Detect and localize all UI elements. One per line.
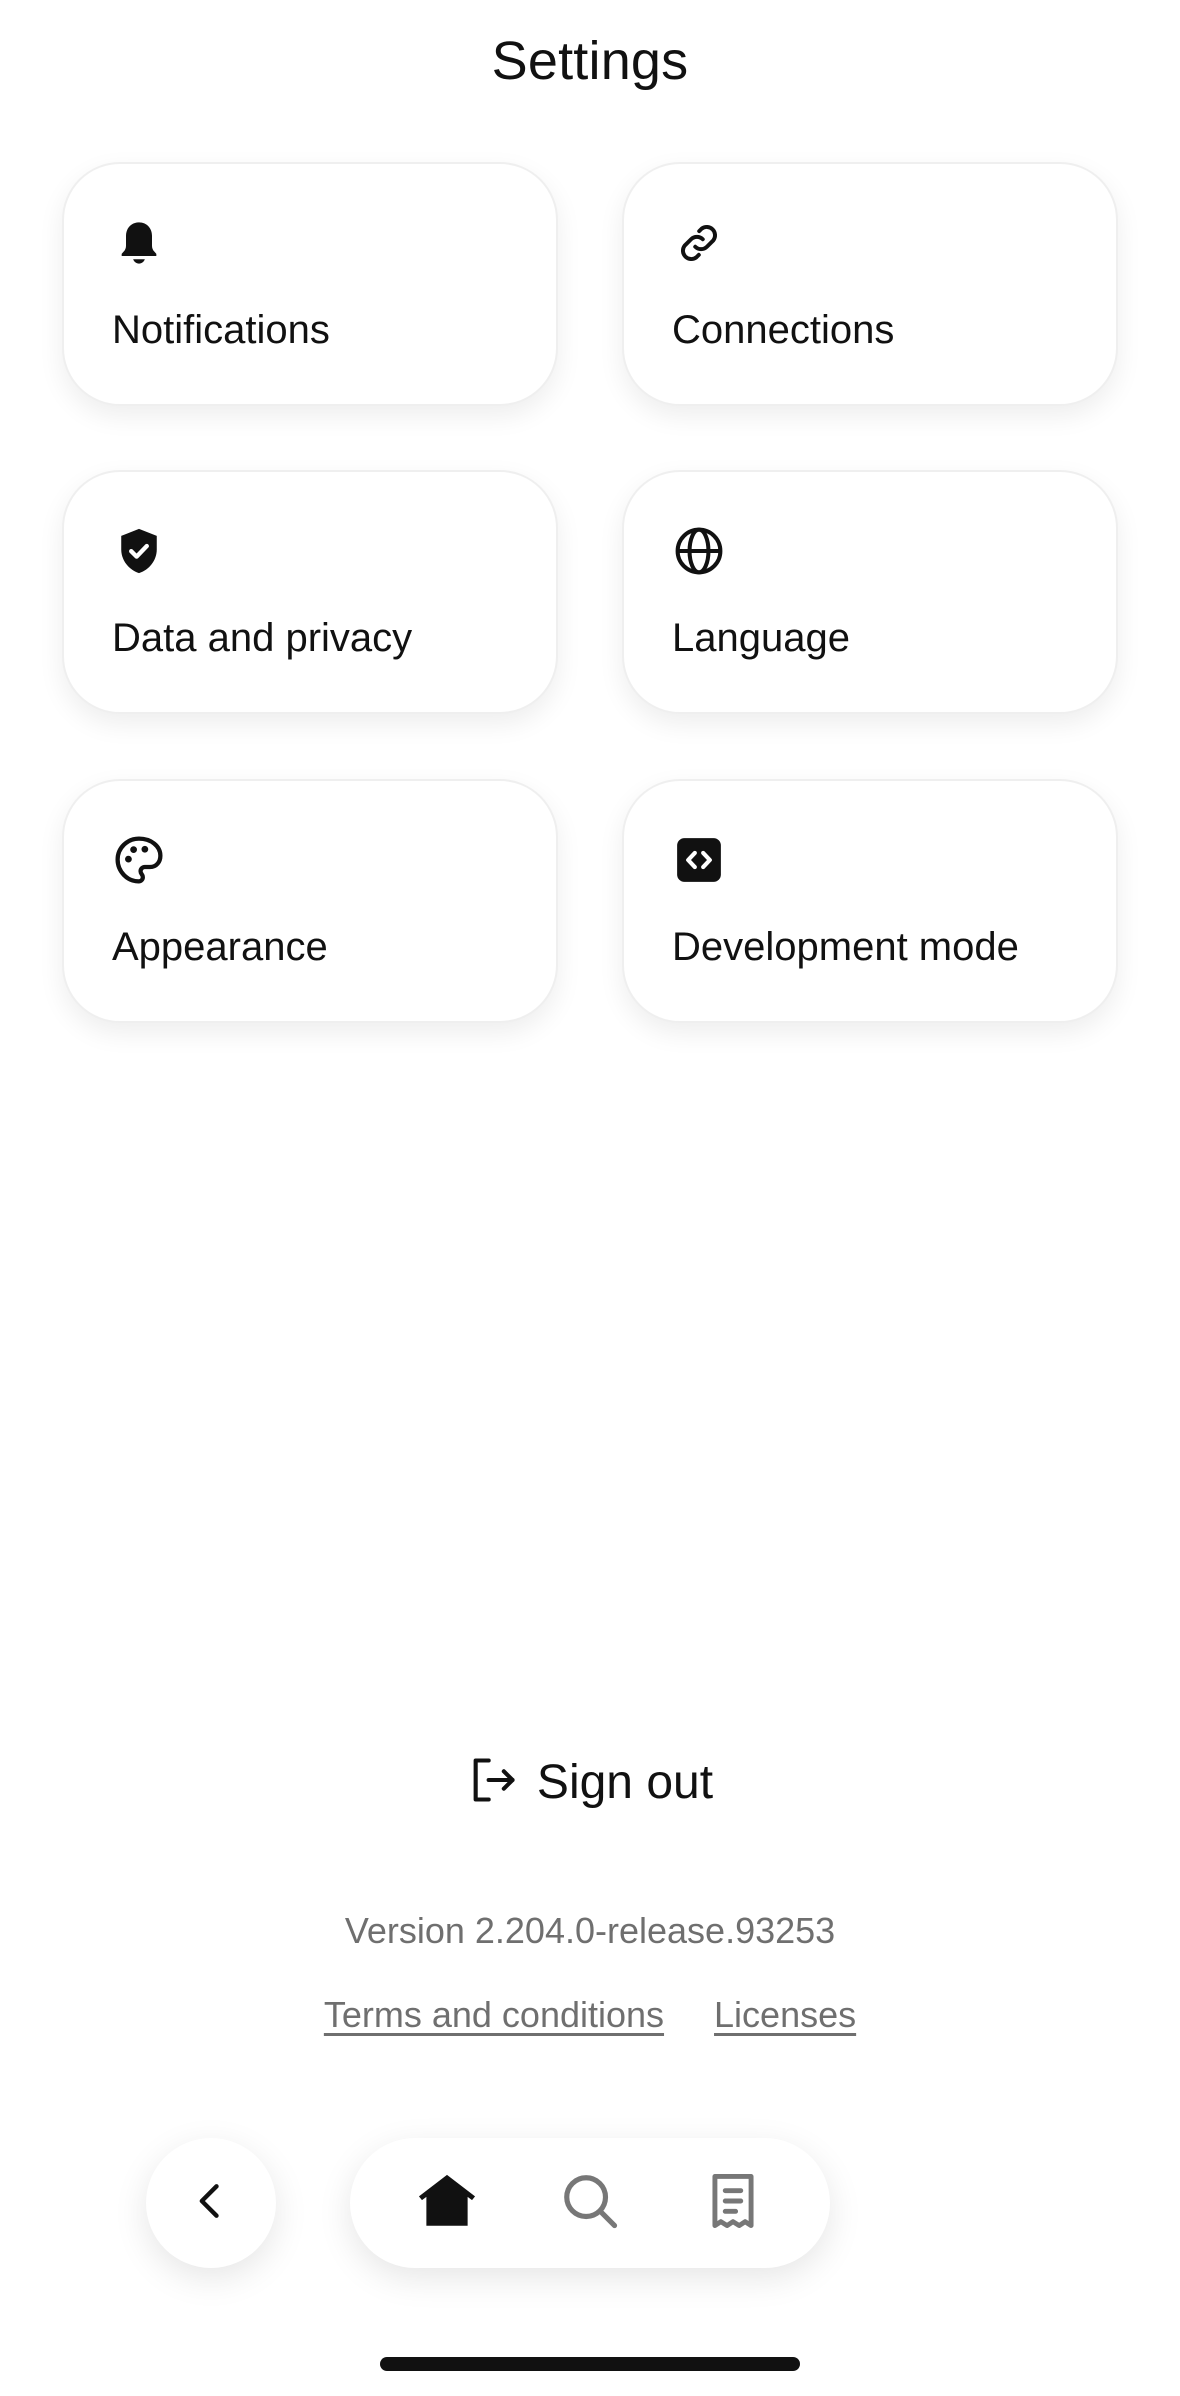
language-label: Language (672, 616, 850, 660)
licenses-link[interactable]: Licenses (714, 1994, 856, 2036)
version-text: Version 2.204.0-release.93253 (344, 1910, 836, 1951)
footer-links: Terms and conditions Licenses (0, 1994, 1180, 2036)
data-and-privacy-card[interactable]: Data and privacy (62, 470, 558, 714)
code-icon (672, 833, 726, 887)
notifications-card[interactable]: Notifications (62, 162, 558, 406)
back-button[interactable] (146, 2138, 276, 2268)
tab-home[interactable] (397, 2153, 497, 2253)
language-card[interactable]: Language (622, 470, 1118, 714)
page-title: Settings (491, 31, 689, 91)
bottom-tab-bar (350, 2138, 830, 2268)
bell-icon (112, 216, 166, 270)
tab-search[interactable] (540, 2153, 640, 2253)
sign-out-label: Sign out (536, 1755, 714, 1809)
globe-icon (672, 524, 726, 578)
home-icon (414, 2168, 480, 2239)
appearance-card[interactable]: Appearance (62, 779, 558, 1023)
sign-out-icon (467, 1754, 519, 1811)
development-mode-card[interactable]: Development mode (622, 779, 1118, 1023)
development-mode-label: Development mode (672, 925, 1019, 969)
tab-receipt[interactable] (683, 2153, 783, 2253)
shield-check-icon (112, 524, 166, 578)
connections-label: Connections (672, 308, 895, 352)
terms-link[interactable]: Terms and conditions (324, 1994, 664, 2036)
home-indicator (380, 2357, 800, 2371)
appearance-label: Appearance (112, 925, 328, 969)
sign-out-button[interactable]: Sign out (0, 1750, 1180, 1814)
receipt-icon (702, 2170, 764, 2237)
palette-icon (112, 833, 166, 887)
data-and-privacy-label: Data and privacy (112, 616, 413, 660)
chevron-left-icon (189, 2179, 233, 2228)
notifications-label: Notifications (112, 308, 330, 352)
search-icon (559, 2170, 621, 2237)
connections-card[interactable]: Connections (622, 162, 1118, 406)
link-icon (672, 216, 726, 270)
